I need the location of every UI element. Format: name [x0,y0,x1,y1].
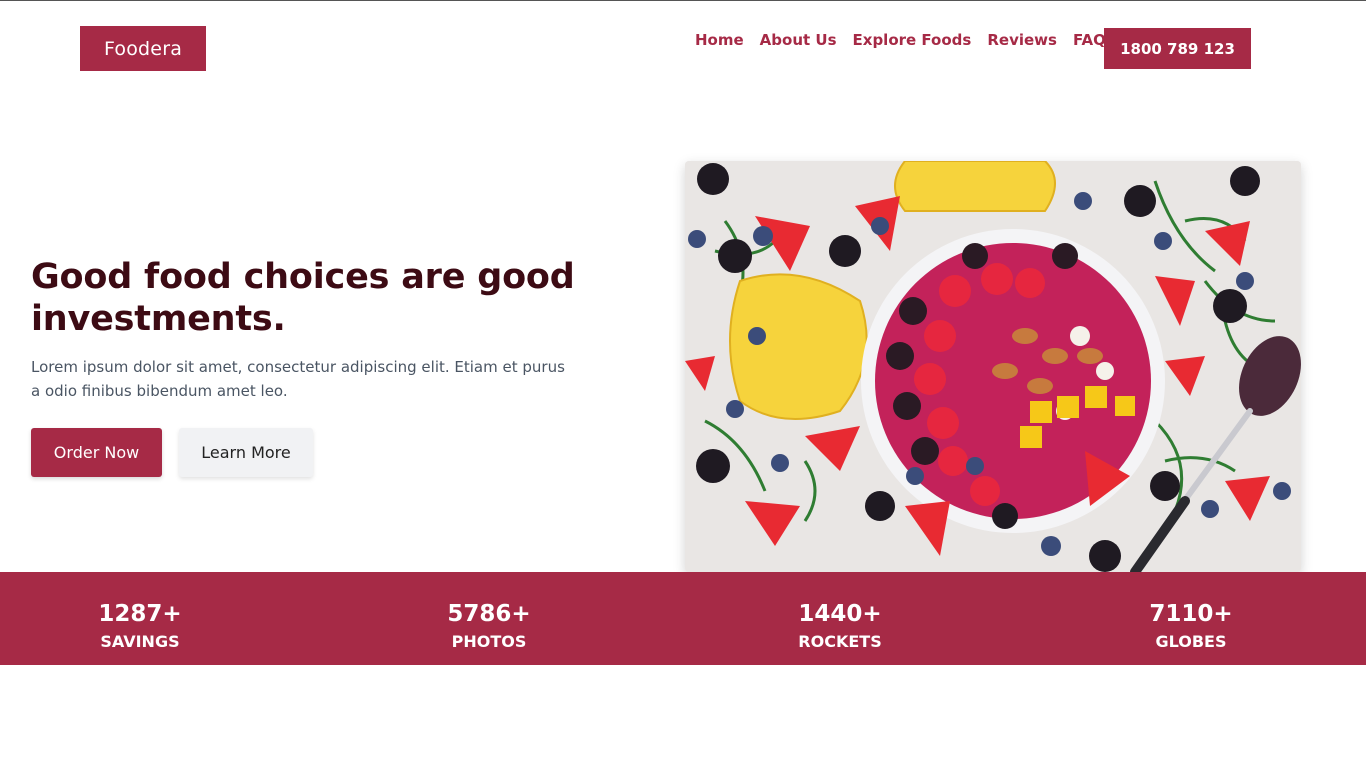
nav-item-explore-foods[interactable]: Explore Foods [845,30,980,50]
stat-label: GLOBES [1155,632,1227,651]
stat-value: 7110+ [1149,601,1233,627]
fruit-bowl-photo-icon [685,161,1301,572]
stat-value: 1287+ [98,601,182,627]
hero-image [685,161,1301,572]
stats-bar: 1287+ SAVINGS 5786+ PHOTOS 1440+ ROCKETS… [0,572,1366,665]
nav-item-home[interactable]: Home [687,30,752,50]
main-nav: Home About Us Explore Foods Reviews FAQ [687,30,1114,50]
top-border [0,0,1366,1]
stat-label: ROCKETS [798,632,882,651]
order-now-button[interactable]: Order Now [31,428,162,477]
stat-label: SAVINGS [100,632,180,651]
nav-item-about-us[interactable]: About Us [752,30,845,50]
hero-description: Lorem ipsum dolor sit amet, consectetur … [31,358,565,400]
nav-item-reviews[interactable]: Reviews [979,30,1065,50]
stat-label: PHOTOS [451,632,527,651]
stat-value: 1440+ [798,601,882,627]
learn-more-button[interactable]: Learn More [179,428,313,477]
logo[interactable]: Foodera [80,26,206,71]
stat-value: 5786+ [447,601,531,627]
hero-headline: Good food choices are good investments. [31,257,575,339]
phone-button[interactable]: 1800 789 123 [1104,28,1251,69]
